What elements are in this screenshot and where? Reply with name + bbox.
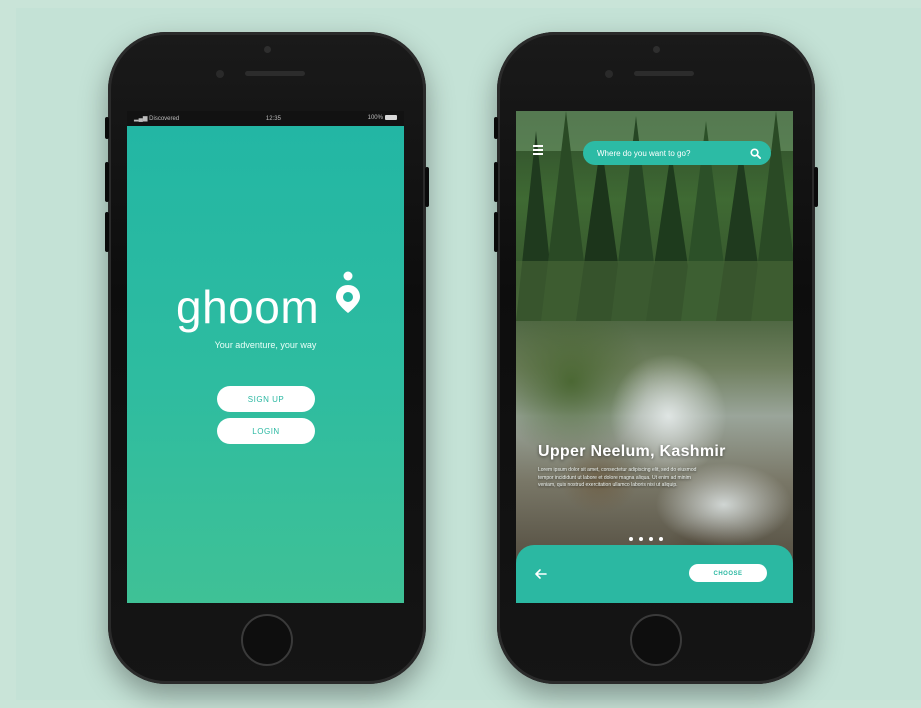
signup-button[interactable]: SIGN UP — [217, 386, 315, 412]
signal-icon: ▂▄▆ — [134, 116, 150, 122]
search-input[interactable] — [597, 148, 737, 158]
battery-icon — [384, 115, 397, 121]
phone-splash: ▂▄▆ Discovered 12:35 100% ghoom Your adv… — [105, 32, 429, 684]
home-button[interactable] — [630, 614, 682, 666]
login-button[interactable]: LOGIN — [217, 418, 315, 444]
battery-status: 100% — [368, 115, 397, 122]
earpiece-speaker — [245, 71, 305, 76]
volume-up-button — [105, 162, 109, 202]
carousel-dot[interactable] — [639, 537, 643, 541]
back-arrow-icon[interactable] — [535, 569, 547, 579]
carousel-dot[interactable] — [659, 537, 663, 541]
volume-down-button — [494, 212, 498, 252]
carrier-label: ▂▄▆ Discovered — [134, 116, 180, 122]
search-icon[interactable] — [750, 147, 761, 159]
tagline: Your adventure, your way — [214, 340, 317, 350]
phone-explore: Upper Neelum, Kashmir Lorem ipsum dolor … — [494, 32, 818, 684]
search-bar[interactable] — [583, 141, 771, 165]
splash-screen: ▂▄▆ Discovered 12:35 100% ghoom Your adv… — [127, 111, 404, 603]
top-camera — [653, 46, 660, 53]
explore-screen: Upper Neelum, Kashmir Lorem ipsum dolor … — [516, 111, 793, 603]
front-camera — [605, 70, 613, 78]
volume-up-button — [494, 162, 498, 202]
front-camera — [216, 70, 224, 78]
carousel-dot[interactable] — [649, 537, 653, 541]
destination-description: Lorem ipsum dolor sit amet, consectetur … — [538, 467, 697, 488]
mute-switch — [494, 117, 498, 139]
earpiece-speaker — [634, 71, 694, 76]
app-logo: ghoom — [176, 281, 320, 333]
carousel-indicator — [629, 537, 663, 541]
power-button — [425, 167, 429, 207]
power-button — [814, 167, 818, 207]
status-time: 12:35 — [265, 115, 281, 122]
choose-button[interactable]: CHOOSE — [689, 564, 767, 582]
status-bar: ▂▄▆ Discovered 12:35 100% — [127, 111, 404, 126]
top-camera — [264, 46, 271, 53]
mute-switch — [105, 117, 109, 139]
home-button[interactable] — [241, 614, 293, 666]
location-pin-icon — [336, 271, 360, 313]
volume-down-button — [105, 212, 109, 252]
destination-title: Upper Neelum, Kashmir — [538, 443, 726, 460]
carousel-dot[interactable] — [629, 537, 633, 541]
bottom-action-bar: CHOOSE — [516, 545, 793, 603]
hamburger-menu-icon[interactable] — [533, 145, 543, 157]
